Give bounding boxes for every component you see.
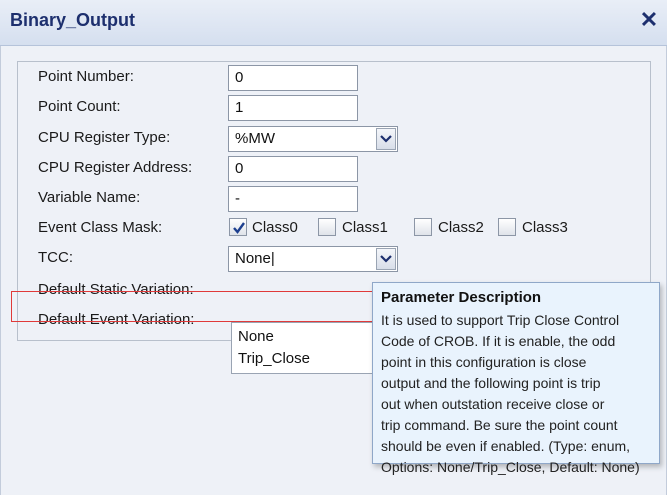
tcc-option-none[interactable]: None [238, 328, 274, 345]
default-event-variation-label: Default Event Variation: [38, 311, 195, 328]
point-count-label: Point Count: [38, 98, 121, 115]
tooltip-text: It is used to support Trip Close Control… [381, 310, 651, 478]
default-static-variation-label: Default Static Variation: [38, 281, 194, 298]
tooltip-line: trip command. Be sure the point count [381, 417, 618, 433]
point-number-label: Point Number: [38, 68, 134, 85]
tcc-dropdown-list: None Trip_Close [231, 322, 373, 374]
tooltip-line: point in this configuration is close [381, 354, 587, 370]
variable-name-label: Variable Name: [38, 189, 141, 206]
tooltip-line: out when outstation receive close or [381, 396, 605, 412]
tooltip-line: should be even if enabled. (Type: enum, [381, 438, 631, 454]
class3-checkbox[interactable] [498, 218, 516, 236]
chevron-down-icon[interactable] [376, 248, 396, 270]
tcc-select[interactable]: None| [228, 246, 398, 272]
window-title: Binary_Output [10, 10, 136, 30]
cpu-register-address-field[interactable]: 0 [228, 156, 358, 182]
class1-label: Class1 [342, 219, 388, 236]
tcc-label: TCC: [38, 249, 73, 266]
point-count-field[interactable]: 1 [228, 95, 358, 121]
close-icon[interactable]: ✕ [637, 8, 661, 32]
tcc-option-trip-close[interactable]: Trip_Close [238, 350, 310, 367]
tooltip-line: Code of CROB. If it is enable, the odd [381, 333, 616, 349]
parameter-description-tooltip: Parameter Description It is used to supp… [372, 282, 660, 475]
cpu-register-type-label: CPU Register Type: [38, 129, 171, 146]
tooltip-line: It is used to support Trip Close Control [381, 312, 620, 328]
class2-label: Class2 [438, 219, 484, 236]
tooltip-line: Options: None/Trip_Close, Default: None) [381, 459, 640, 475]
checkmark-icon [233, 222, 245, 234]
tcc-value: None| [235, 250, 275, 267]
point-number-field[interactable]: 0 [228, 65, 358, 91]
event-class-mask-label: Event Class Mask: [38, 219, 163, 236]
cpu-register-type-select[interactable]: %MW [228, 126, 398, 152]
class0-checkbox[interactable] [229, 218, 247, 236]
class1-checkbox[interactable] [318, 218, 336, 236]
class3-label: Class3 [522, 219, 568, 236]
class0-label: Class0 [252, 219, 298, 236]
title-bar: Binary_Output ✕ [0, 0, 667, 46]
cpu-register-type-value: %MW [235, 130, 275, 147]
tooltip-title: Parameter Description [381, 289, 542, 306]
cpu-register-address-label: CPU Register Address: [38, 159, 193, 176]
chevron-down-icon[interactable] [376, 128, 396, 150]
tooltip-line: output and the following point is trip [381, 375, 601, 391]
variable-name-field[interactable]: - [228, 186, 358, 212]
class2-checkbox[interactable] [414, 218, 432, 236]
